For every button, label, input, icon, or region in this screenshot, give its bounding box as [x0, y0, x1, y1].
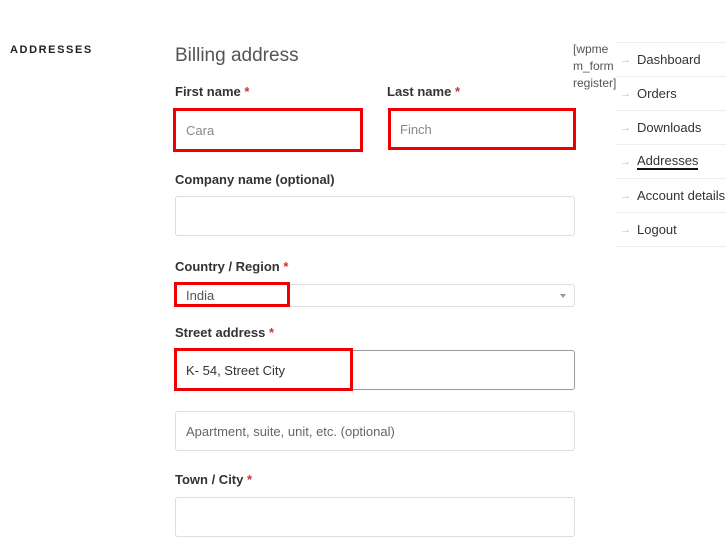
unrendered-shortcode: [wpmem_form register] [573, 42, 617, 90]
billing-address-heading: Billing address [175, 45, 299, 66]
required-mark: * [283, 259, 289, 274]
last-name-input[interactable]: Finch [389, 109, 575, 149]
section-title: ADDRESSES [10, 44, 93, 56]
account-navigation: → Dashboard → Orders → Downloads → Addre… [616, 42, 726, 247]
country-select[interactable]: India [175, 284, 575, 307]
arrow-right-icon: → [620, 121, 631, 134]
required-mark: * [268, 325, 275, 340]
arrow-right-icon: → [620, 189, 631, 202]
arrow-right-icon: → [620, 87, 631, 100]
street-address-line2-input[interactable]: Apartment, suite, unit, etc. (optional) [175, 411, 575, 451]
nav-item-logout[interactable]: → Logout [616, 212, 726, 247]
nav-item-account-details[interactable]: → Account details [616, 178, 726, 212]
first-name-input[interactable]: Cara [175, 109, 361, 151]
first-name-label: First name * [175, 84, 250, 99]
arrow-right-icon: → [620, 223, 631, 236]
street-address-input[interactable]: K- 54, Street City [175, 350, 575, 390]
nav-item-orders[interactable]: → Orders [616, 76, 726, 110]
street-address-label: Street address * [175, 325, 275, 340]
required-mark: * [247, 472, 253, 487]
arrow-right-icon: → [620, 53, 631, 66]
nav-item-downloads[interactable]: → Downloads [616, 110, 726, 144]
nav-item-addresses[interactable]: → Addresses [616, 144, 726, 178]
nav-item-dashboard[interactable]: → Dashboard [616, 42, 726, 76]
chevron-down-icon [560, 293, 566, 298]
arrow-right-icon: → [620, 155, 631, 168]
town-city-label: Town / City * [175, 472, 253, 487]
town-city-input[interactable] [175, 497, 575, 537]
company-input[interactable] [175, 196, 575, 236]
country-label: Country / Region * [175, 259, 289, 274]
last-name-label: Last name * [387, 84, 460, 99]
company-label: Company name (optional) [175, 172, 335, 187]
required-mark: * [454, 84, 460, 99]
required-mark: * [244, 84, 250, 99]
